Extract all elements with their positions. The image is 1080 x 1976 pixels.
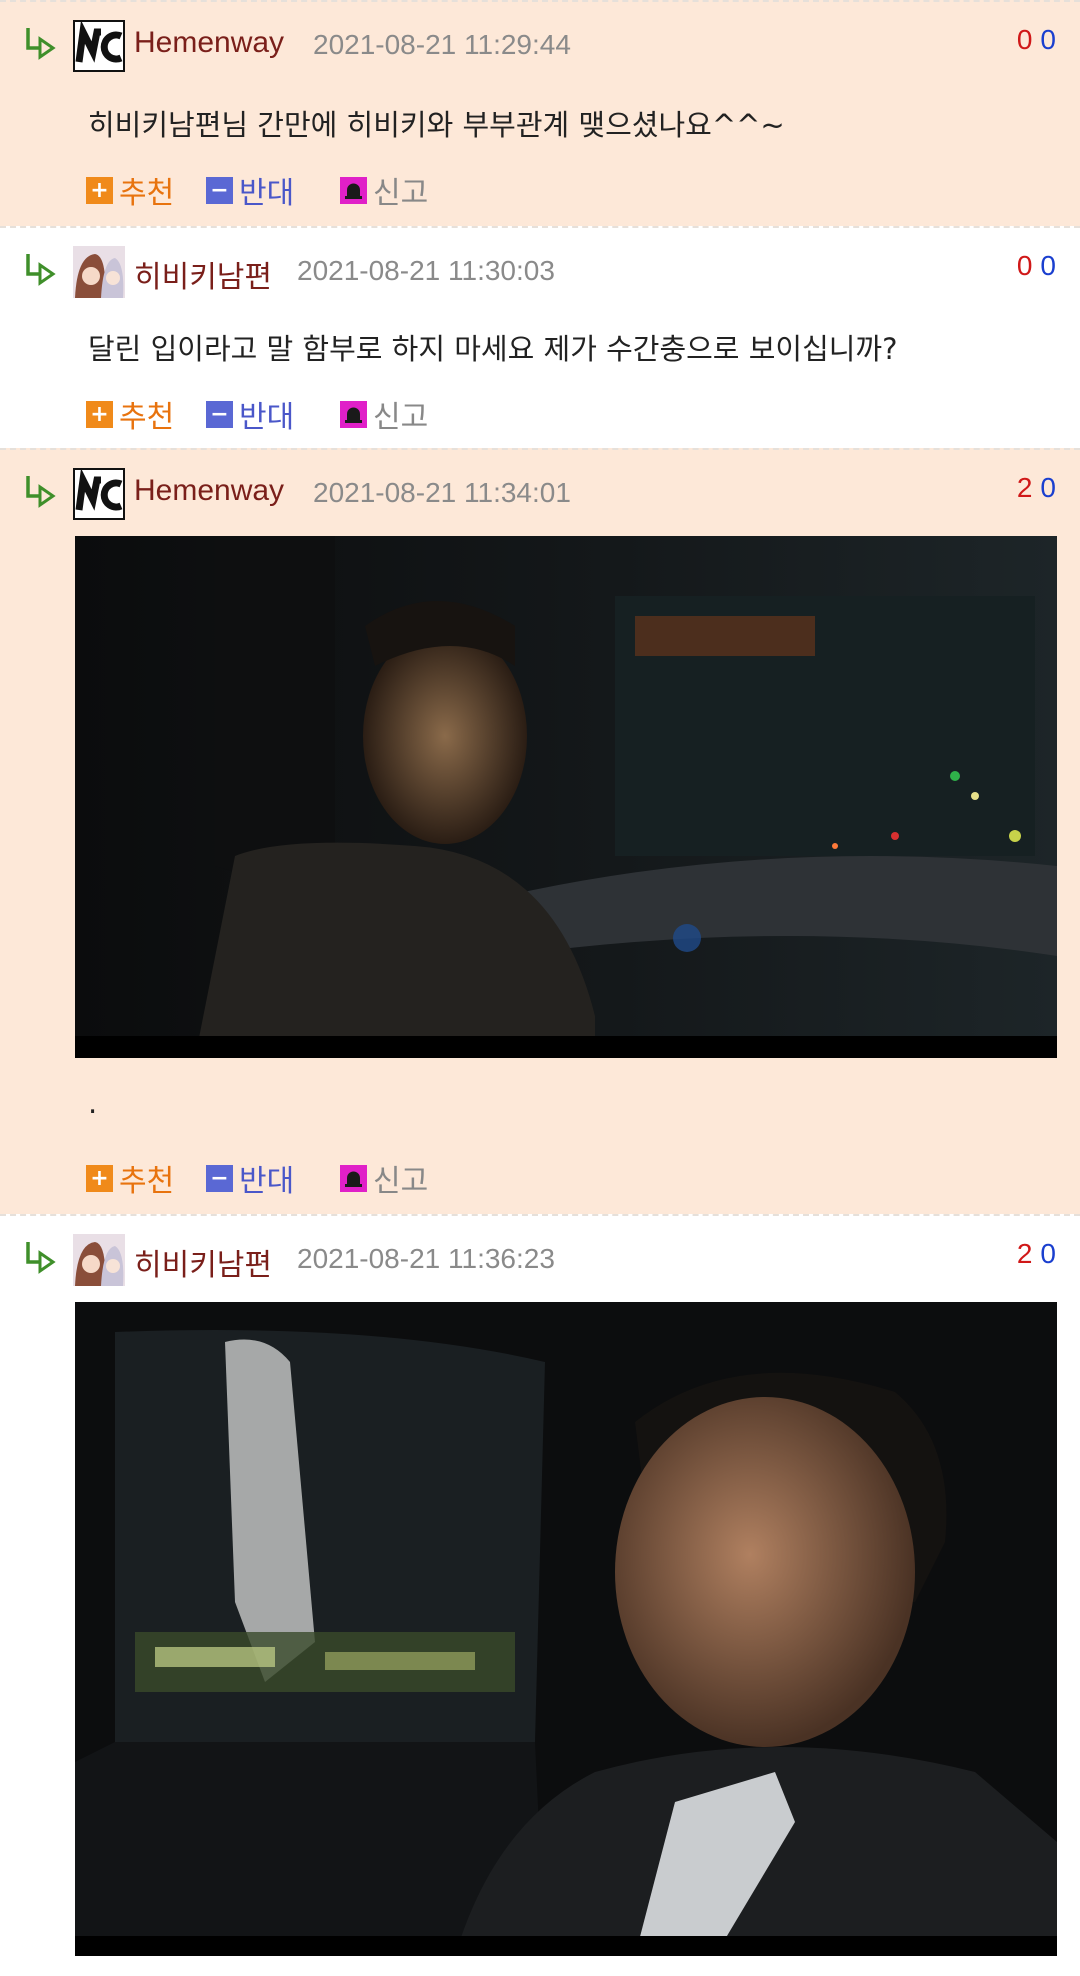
comment-header: Hemenway 2021-08-21 11:29:44 00: [0, 2, 1080, 82]
dislike-label: 반대: [239, 400, 295, 435]
author-name[interactable]: Hemenway: [134, 26, 284, 60]
upvote-count: 2: [1016, 1238, 1033, 1269]
siren-icon: [340, 1164, 367, 1192]
comment-actions: + 추천 − 반대 신고: [86, 1158, 686, 1199]
plus-icon: +: [86, 176, 113, 204]
dislike-button[interactable]: − 반대: [206, 1158, 295, 1199]
avatar[interactable]: [73, 246, 125, 298]
report-label: 신고: [373, 176, 429, 211]
downvote-count: 0: [1040, 472, 1056, 503]
report-button[interactable]: 신고: [340, 1158, 429, 1199]
avatar[interactable]: [73, 1234, 125, 1286]
like-button[interactable]: + 추천: [86, 1158, 175, 1199]
comment-header: Hemenway 2021-08-21 11:34:01 20: [0, 450, 1080, 530]
upvote-count: 0: [1016, 250, 1033, 281]
dislike-button[interactable]: − 반대: [206, 170, 295, 211]
comment-date: 2021-08-21 11:34:01: [313, 477, 571, 508]
like-label: 추천: [119, 176, 175, 211]
comment-actions: + 추천 − 반대 신고: [86, 394, 686, 435]
minus-icon: −: [206, 176, 233, 204]
comment-date: 2021-08-21 11:30:03: [297, 255, 555, 286]
like-label: 추천: [119, 400, 175, 435]
comment-header: 히비키남편 2021-08-21 11:36:23 20: [0, 1216, 1080, 1296]
comment-actions: + 추천 − 반대 신고: [86, 170, 686, 211]
attached-image[interactable]: [75, 536, 1057, 1058]
like-label: 추천: [119, 1164, 175, 1199]
car-night-scene-image: [75, 536, 1057, 1058]
report-button[interactable]: 신고: [340, 394, 429, 435]
dislike-label: 반대: [239, 176, 295, 211]
vote-counts: 00: [1017, 250, 1056, 282]
comment-text: 히비키남편님 간만에 히비키와 부부관계 맺으셨나요^^~: [88, 108, 785, 142]
report-button[interactable]: 신고: [340, 170, 429, 211]
report-label: 신고: [373, 400, 429, 435]
minus-icon: −: [206, 400, 233, 428]
reply-arrow-icon: [26, 254, 56, 286]
comment: Hemenway 2021-08-21 11:34:01 20 . + 추천 −…: [0, 448, 1080, 1214]
avatar[interactable]: [73, 468, 125, 520]
vote-counts: 20: [1017, 472, 1056, 504]
comment-text: 달린 입이라고 말 함부로 하지 마세요 제가 수간충으로 보이십니까?: [88, 332, 898, 366]
author-name[interactable]: Hemenway: [134, 474, 284, 508]
upvote-count: 0: [1016, 24, 1033, 55]
like-button[interactable]: + 추천: [86, 170, 175, 211]
comment-header: 히비키남편 2021-08-21 11:30:03 00: [0, 228, 1080, 308]
reply-arrow-icon: [26, 1242, 56, 1274]
comment-date: 2021-08-21 11:29:44: [313, 29, 571, 60]
downvote-count: 0: [1040, 24, 1056, 55]
comment-text: .: [88, 1086, 98, 1120]
vote-counts: 00: [1017, 24, 1056, 56]
reply-arrow-icon: [26, 28, 56, 60]
plus-icon: +: [86, 1164, 113, 1192]
siren-icon: [340, 400, 367, 428]
dislike-label: 반대: [239, 1164, 295, 1199]
comment: Hemenway 2021-08-21 11:29:44 00 히비키남편님 간…: [0, 0, 1080, 226]
plus-icon: +: [86, 400, 113, 428]
siren-icon: [340, 176, 367, 204]
attached-image[interactable]: [75, 1302, 1057, 1956]
comment-date: 2021-08-21 11:36:23: [297, 1243, 555, 1274]
author-name[interactable]: 히비키남편: [134, 252, 272, 296]
avatar[interactable]: [73, 20, 125, 72]
reply-arrow-icon: [26, 476, 56, 508]
downvote-count: 0: [1040, 1238, 1056, 1269]
minus-icon: −: [206, 1164, 233, 1192]
vote-counts: 20: [1017, 1238, 1056, 1270]
report-label: 신고: [373, 1164, 429, 1199]
man-in-car-image: [75, 1302, 1057, 1956]
comment: 히비키남편 2021-08-21 11:30:03 00 달린 입이라고 말 함…: [0, 226, 1080, 448]
like-button[interactable]: + 추천: [86, 394, 175, 435]
downvote-count: 0: [1040, 250, 1056, 281]
comment: 히비키남편 2021-08-21 11:36:23 20: [0, 1214, 1080, 1974]
author-name[interactable]: 히비키남편: [134, 1240, 272, 1284]
dislike-button[interactable]: − 반대: [206, 394, 295, 435]
upvote-count: 2: [1016, 472, 1033, 503]
